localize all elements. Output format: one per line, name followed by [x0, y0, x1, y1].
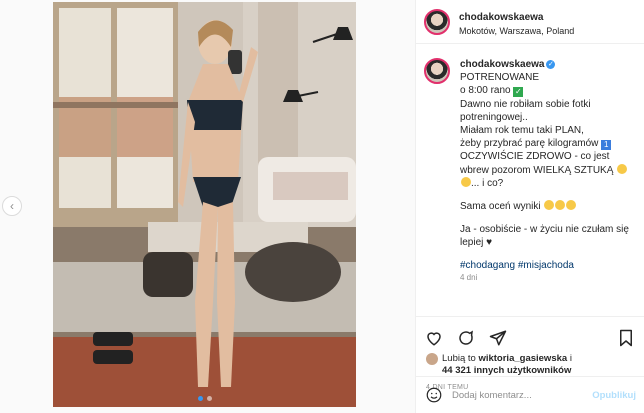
- caption-line: Ja - osobiście - w życiu nie czułam się: [460, 224, 629, 236]
- caption-line: OCZYWIŚCIE ZDROWO - co jest: [460, 151, 610, 163]
- publish-comment-button[interactable]: Opublikuj: [592, 390, 636, 401]
- caption-line: Dawno nie robiłam sobie fotki: [460, 98, 591, 110]
- number-one-icon: 1: [601, 140, 612, 151]
- likes-count-link[interactable]: 44 321 innych użytkowników: [442, 365, 571, 376]
- check-icon: ✓: [513, 87, 524, 98]
- username-link[interactable]: chodakowskaewa: [459, 12, 543, 23]
- caption-line: żeby przybrać parę kilogramów: [460, 138, 599, 150]
- share-icon: [489, 330, 507, 346]
- bookmark-icon: [620, 329, 632, 347]
- emoji-picker-button[interactable]: [424, 385, 444, 405]
- comment-input[interactable]: [452, 389, 593, 401]
- likes-summary: Lubią to wiktoria_gasiewska i 44 321 inn…: [416, 351, 644, 378]
- header-text: chodakowskaewa Mokotów, Warszawa, Poland: [459, 6, 574, 37]
- chevron-left-icon: ‹: [10, 199, 14, 213]
- caption-line: ... i co?: [471, 177, 504, 189]
- action-bar: [416, 317, 644, 351]
- caption-line: wbrew pozorom WIELKĄ SZTUKĄ: [460, 164, 614, 176]
- caption-line: o 8:00 rano: [460, 85, 511, 97]
- emoji-icon: [544, 199, 555, 210]
- comment-button[interactable]: [456, 328, 476, 348]
- heart-icon: [427, 332, 441, 346]
- right-backdrop: [356, 0, 415, 413]
- share-button[interactable]: [488, 328, 508, 348]
- save-button[interactable]: [616, 328, 636, 348]
- post-header: chodakowskaewa Mokotów, Warszawa, Poland: [416, 0, 644, 44]
- carousel-indicator: [53, 396, 356, 401]
- smile-emoji-icon: [617, 163, 628, 174]
- instagram-post-modal: ‹ chodakowskaewa Mokotów, Warszawa, Pola…: [0, 0, 644, 413]
- caption-line: potreningowej..: [460, 111, 528, 123]
- header-username-row: chodakowskaewa: [459, 6, 574, 26]
- emoji-icon: [566, 199, 577, 210]
- avatar[interactable]: [424, 8, 450, 35]
- like-button[interactable]: [424, 328, 444, 348]
- liker-username[interactable]: wiktoria_gasiewska: [478, 353, 567, 364]
- emoji-icon: [461, 176, 471, 187]
- post-photo-illustration: [53, 2, 356, 407]
- caption-line: Miałam rok temu taki PLAN,: [460, 124, 584, 136]
- post-photo[interactable]: [53, 2, 356, 407]
- hashtags[interactable]: #chodagang #misjachoda: [460, 259, 634, 272]
- post-side-panel: chodakowskaewa Mokotów, Warszawa, Poland…: [415, 0, 644, 413]
- caption-age: 4 dni: [460, 272, 478, 282]
- caption-avatar[interactable]: [424, 58, 450, 84]
- likes-and: i: [569, 353, 572, 364]
- liker-avatar[interactable]: [426, 353, 438, 365]
- caption-username[interactable]: chodakowskaewa: [460, 59, 544, 70]
- caption-line: lepiej ♥: [460, 237, 493, 249]
- caption-line: Sama oceń wyniki: [460, 200, 541, 212]
- location-link[interactable]: Mokotów, Warszawa, Poland: [459, 26, 574, 37]
- likes-prefix: Lubią to: [442, 353, 476, 364]
- caption-line: POTRENOWANE: [460, 72, 540, 84]
- verified-icon: ✓: [546, 59, 556, 69]
- left-backdrop: ‹: [0, 0, 50, 413]
- comment-icon: [459, 330, 473, 345]
- carousel-dot-1: [197, 396, 203, 401]
- smile-icon: [426, 387, 442, 403]
- comment-bar: Opublikuj: [416, 376, 644, 413]
- caption-text: chodakowskaewa ✓ POTRENOWANE o 8:00 rano …: [460, 58, 634, 316]
- previous-post-button[interactable]: ‹: [2, 196, 22, 216]
- carousel-dot-2: [206, 396, 212, 401]
- caption-block: chodakowskaewa ✓ POTRENOWANE o 8:00 rano …: [416, 44, 644, 317]
- emoji-icon: [555, 199, 566, 210]
